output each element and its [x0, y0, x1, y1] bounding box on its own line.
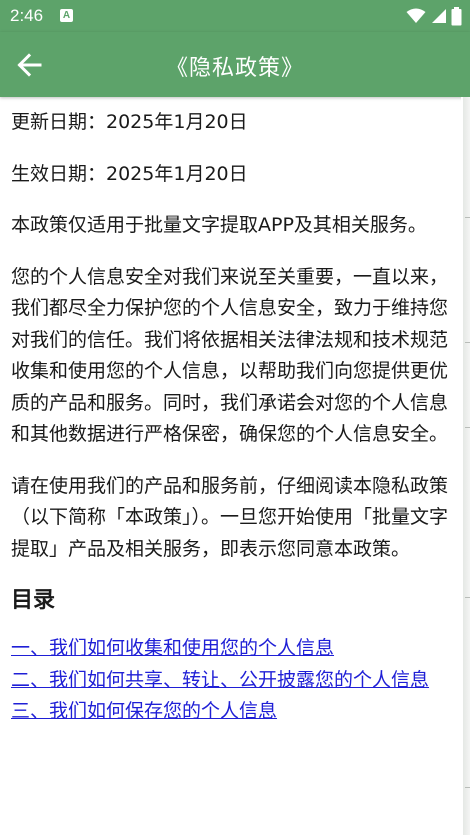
app-bar: 《隐私政策》	[0, 32, 470, 97]
toc-link-share[interactable]: 二、我们如何共享、转让、公开披露您的个人信息	[11, 665, 449, 697]
toc-list: 一、我们如何收集和使用您的个人信息 二、我们如何共享、转让、公开披露您的个人信息…	[11, 633, 449, 728]
wifi-icon	[406, 8, 426, 23]
updated-date: 更新日期：2025年1月20日	[11, 111, 248, 133]
battery-icon	[451, 6, 462, 25]
notice-paragraph: 请在使用我们的产品和服务前，仔细阅读本隐私政策（以下简称「本政策」）。一旦您开始…	[11, 474, 449, 560]
toc-link-collect[interactable]: 一、我们如何收集和使用您的个人信息	[11, 633, 449, 665]
signal-icon	[432, 9, 446, 23]
status-icons	[406, 6, 462, 26]
toc-heading: 目录	[11, 588, 56, 613]
policy-content[interactable]: 更新日期：2025年1月20日 生效日期：2025年1月20日 本政策仅适用于批…	[0, 97, 461, 835]
intro-paragraph: 您的个人信息安全对我们来说至关重要，一直以来，我们都尽全力保护您的个人信息安全，…	[11, 265, 449, 446]
status-bar: 2:46 A	[0, 0, 470, 32]
page-title: 《隐私政策》	[165, 56, 304, 81]
status-time: 2:46	[10, 6, 44, 25]
scrollbar[interactable]	[461, 97, 470, 835]
scope-paragraph: 本政策仅适用于批量文字提取APP及其相关服务。	[11, 214, 427, 236]
toc-link-store[interactable]: 三、我们如何保存您的个人信息	[11, 696, 449, 728]
notification-icon: A	[60, 9, 73, 22]
effective-date: 生效日期：2025年1月20日	[11, 162, 248, 185]
